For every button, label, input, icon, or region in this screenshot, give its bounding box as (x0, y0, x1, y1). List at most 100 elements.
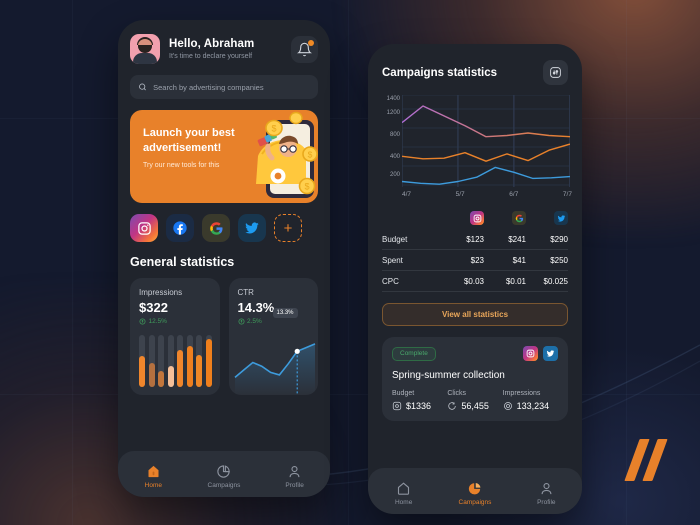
table-row-label: CPC (382, 276, 399, 286)
greeting-subtitle: It's time to declare yourself (169, 52, 253, 60)
table-row: CPC $0.03 $0.01 $0.025 (382, 271, 568, 292)
campaign-socials (523, 346, 558, 361)
avatar[interactable] (130, 34, 160, 64)
budget-icon (392, 401, 402, 411)
notification-button[interactable] (291, 35, 318, 63)
filter-button[interactable] (543, 60, 568, 85)
y-axis-tick: 200 (389, 172, 400, 178)
user-icon (541, 482, 552, 494)
search-input[interactable] (153, 82, 310, 92)
nav-item-profile[interactable]: Profile (267, 464, 323, 489)
search-bar[interactable] (130, 75, 318, 99)
bar-fill (177, 349, 183, 387)
table-cell: $290 (550, 234, 568, 244)
stat-delta-value: 12.5% (148, 318, 167, 325)
chart-y-axis: 1400 1200 800 400 200 (376, 95, 400, 187)
platform-stats-table: Budget $123 $241 $290 Spent $23 $41 $250 CPC $0.0… (368, 203, 582, 292)
table-cell: $250 (550, 255, 568, 265)
bar-track (148, 335, 155, 387)
bar-fill (148, 363, 155, 387)
pie-chart-icon (217, 464, 231, 478)
twitter-icon (554, 211, 568, 225)
social-twitter[interactable] (238, 214, 266, 242)
nav-item-home[interactable]: Home (376, 481, 432, 506)
table-row: Spent $23 $41 $250 (382, 250, 568, 271)
home-icon (398, 481, 410, 495)
table-cell: $0.03 (463, 276, 484, 286)
chart-tooltip: 13.3% (272, 308, 298, 318)
table-cell: $0.01 (505, 276, 526, 286)
campaign-name: Spring-summer collection (392, 370, 505, 381)
table-header-google (484, 211, 526, 225)
table-row: Budget $123 $241 $290 (382, 229, 568, 250)
stat-card-impressions[interactable]: Impressions $322 12.5% (130, 278, 220, 395)
campaign-stat-impressions: Impressions 133,234 (503, 390, 558, 411)
banner-illustration: $ $ $ (256, 111, 318, 198)
stat-value: $1336 (406, 401, 432, 411)
nav-label: Profile (285, 481, 304, 489)
nav-item-profile[interactable]: Profile (518, 481, 574, 506)
ctr-line-chart (233, 343, 315, 395)
campaigns-chart: 1400 1200 800 400 200 4/7 5/7 6/7 7/7 (368, 85, 582, 203)
table-cell: $41 (512, 255, 526, 265)
bar-track (186, 335, 193, 387)
campaign-card-header: Complete (392, 346, 558, 361)
statistics-cards: Impressions $322 12.5% CTR 14.3% 2.5% 13… (118, 269, 330, 395)
phone-mockup-left: Hello, Abraham It's time to declare your… (118, 20, 330, 497)
stat-value: $322 (139, 300, 168, 315)
section-title-general-statistics: General statistics (130, 255, 235, 269)
twitter-icon[interactable] (543, 346, 558, 361)
x-axis-tick: 7/7 (562, 191, 572, 198)
y-axis-tick: 1200 (386, 110, 400, 116)
bottom-navigation-left: Home Campaigns Profile (118, 451, 330, 497)
phone-mockup-right: Campaigns statistics 1400 1200 800 400 200 4… (368, 44, 582, 514)
user-icon (289, 465, 300, 477)
table-row-label: Spent (382, 255, 403, 265)
table-header-twitter (526, 211, 568, 225)
table-cell: $241 (508, 234, 526, 244)
table-cell: $0.025 (543, 276, 568, 286)
social-shortcuts: + (118, 203, 330, 242)
sliders-icon (550, 67, 561, 78)
bar-track (177, 335, 183, 387)
nav-item-campaigns[interactable]: Campaigns (196, 464, 252, 489)
bar-track (167, 335, 174, 387)
right-screen: Campaigns statistics 1400 1200 800 400 200 4… (368, 44, 582, 514)
svg-text:$: $ (271, 124, 276, 134)
bar-fill (139, 355, 145, 387)
chart-plot-area (402, 95, 570, 187)
page-title: Hello, Abraham (169, 38, 255, 51)
view-all-label: View all statistics (441, 310, 509, 319)
x-axis-tick: 6/7 (509, 191, 519, 198)
add-social-button[interactable]: + (274, 214, 302, 242)
click-icon (448, 402, 457, 410)
nav-item-campaigns[interactable]: Campaigns (447, 481, 503, 506)
svg-text:$: $ (304, 182, 309, 192)
search-icon (139, 83, 146, 91)
social-instagram[interactable] (130, 214, 158, 242)
bar-fill (158, 371, 164, 387)
view-all-statistics-button[interactable]: View all statistics (382, 303, 568, 326)
bottom-navigation-right: Home Campaigns Profile (368, 468, 582, 514)
campaigns-title: Campaigns statistics (382, 66, 498, 79)
promo-banner[interactable]: Launch your best advertisement! Try our … (130, 110, 318, 203)
twitter-icon (245, 222, 259, 234)
home-icon (148, 465, 159, 477)
nav-label: Home (394, 498, 413, 506)
bar-track (205, 335, 212, 387)
campaign-stats: Budget $1336 Clicks 56,455 Impressions 1… (392, 390, 558, 411)
google-icon (209, 221, 222, 235)
campaign-card[interactable]: Complete Spring-summer collection Budget (382, 337, 568, 421)
nav-label: Campaigns (207, 481, 241, 489)
stat-label: Budget (392, 390, 415, 397)
google-icon (512, 211, 526, 225)
greeting-block: Hello, Abraham It's time to declare your… (169, 38, 291, 60)
bar-fill (167, 366, 174, 387)
table-header-row (382, 207, 568, 229)
social-facebook[interactable] (166, 214, 194, 242)
stat-card-ctr[interactable]: CTR 14.3% 2.5% 13.3% (228, 278, 318, 395)
nav-item-home[interactable]: Home (125, 464, 181, 489)
social-google[interactable] (202, 214, 230, 242)
stat-value: 133,234 (516, 401, 550, 411)
instagram-icon[interactable] (523, 346, 538, 361)
